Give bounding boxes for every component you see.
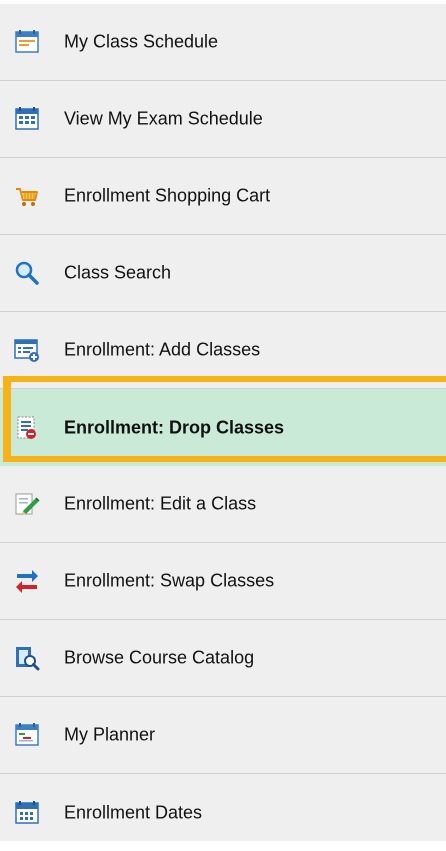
- nav-item-browse-course-catalog[interactable]: Browse Course Catalog: [0, 620, 446, 697]
- edit-pencil-icon: [14, 491, 40, 517]
- calendar-schedule-icon: [14, 29, 40, 55]
- nav-item-view-my-exam-schedule[interactable]: View My Exam Schedule: [0, 81, 446, 158]
- nav-item-label: Browse Course Catalog: [64, 647, 255, 668]
- nav-item-enrollment-drop-classes[interactable]: Enrollment: Drop Classes: [0, 389, 446, 466]
- nav-item-enrollment-add-classes[interactable]: Enrollment: Add Classes: [0, 312, 446, 389]
- nav-item-label: Enrollment: Add Classes: [64, 339, 261, 360]
- catalog-search-icon: [14, 645, 40, 671]
- nav-item-label: Class Search: [64, 262, 172, 283]
- nav-item-label: Enrollment Dates: [64, 802, 203, 822]
- exam-calendar-icon: [14, 106, 40, 132]
- nav-item-label: Enrollment: Drop Classes: [64, 417, 285, 437]
- planner-calendar-icon: [14, 722, 40, 748]
- dates-calendar-icon: [14, 800, 40, 826]
- swap-arrows-icon: [14, 568, 40, 594]
- nav-item-my-class-schedule[interactable]: My Class Schedule: [0, 4, 446, 81]
- drop-list-icon: [14, 415, 40, 441]
- nav-item-enrollment-swap-classes[interactable]: Enrollment: Swap Classes: [0, 543, 446, 620]
- nav-item-enrollment-dates[interactable]: Enrollment Dates: [0, 774, 446, 851]
- nav-item-enrollment-shopping-cart[interactable]: Enrollment Shopping Cart: [0, 158, 446, 235]
- nav-item-label: Enrollment: Edit a Class: [64, 493, 257, 514]
- nav-item-label: Enrollment: Swap Classes: [64, 570, 275, 591]
- nav-item-label: My Planner: [64, 724, 156, 745]
- magnifier-icon: [14, 260, 40, 286]
- nav-item-my-planner[interactable]: My Planner: [0, 697, 446, 774]
- nav-item-label: Enrollment Shopping Cart: [64, 185, 271, 206]
- nav-item-class-search[interactable]: Class Search: [0, 235, 446, 312]
- self-service-nav-menu: My Class Schedule View My Exam Schedule: [0, 4, 446, 841]
- shopping-cart-icon: [14, 183, 40, 209]
- add-list-icon: [14, 337, 40, 363]
- nav-item-label: My Class Schedule: [64, 31, 219, 52]
- nav-item-label: View My Exam Schedule: [64, 108, 263, 129]
- nav-item-enrollment-edit-a-class[interactable]: Enrollment: Edit a Class: [0, 466, 446, 543]
